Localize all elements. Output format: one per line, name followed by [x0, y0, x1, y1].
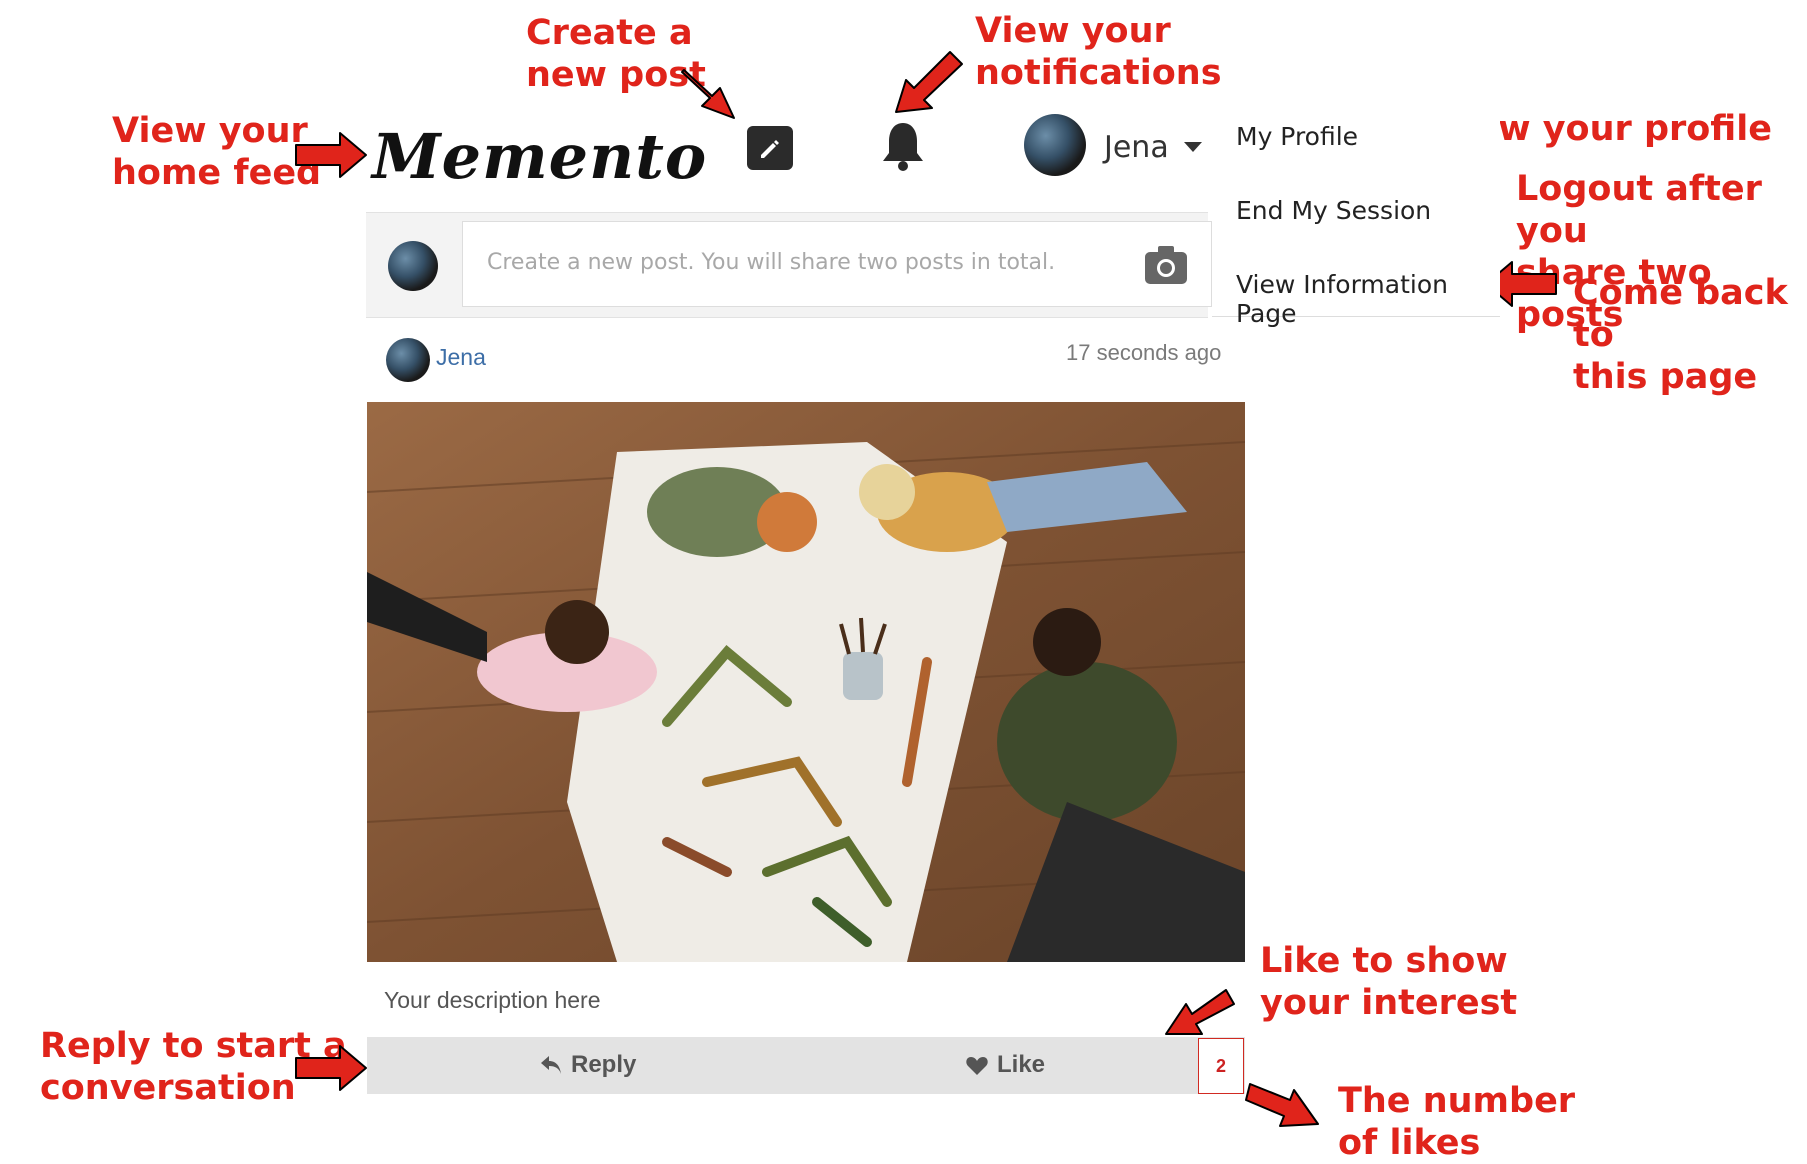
arrow-like: [1165, 989, 1235, 1035]
app-logo[interactable]: Memento: [372, 120, 707, 193]
new-post-button[interactable]: [747, 126, 793, 170]
bell-icon: [883, 123, 923, 171]
chevron-down-icon[interactable]: [1182, 140, 1204, 154]
new-post-input[interactable]: Create a new post. You will share two po…: [462, 221, 1212, 307]
arrow-new-post: [681, 69, 735, 119]
post-photo-art: [367, 402, 1245, 962]
post-description: Your description here: [384, 987, 601, 1013]
new-post-placeholder: Create a new post. You will share two po…: [487, 250, 1056, 275]
menu-item-end-session[interactable]: End My Session: [1236, 196, 1431, 225]
heart-icon: [966, 1057, 988, 1075]
notifications-button[interactable]: [878, 118, 928, 174]
user-name[interactable]: Jena: [1104, 130, 1169, 165]
post-author-avatar[interactable]: [386, 338, 430, 382]
arrow-like-count: [1245, 1083, 1319, 1127]
reply-button[interactable]: Reply: [539, 1051, 636, 1079]
menu-item-my-profile[interactable]: My Profile: [1236, 122, 1358, 151]
like-count-badge: 2: [1198, 1038, 1244, 1094]
post-author-name[interactable]: Jena: [436, 344, 486, 371]
arrow-home-feed: [295, 132, 367, 178]
arrow-notifications: [895, 51, 963, 113]
arrow-reply: [295, 1045, 367, 1091]
post-image: [367, 402, 1245, 962]
avatar[interactable]: [1024, 114, 1086, 176]
like-button[interactable]: Like: [965, 1051, 1045, 1079]
post-action-bar: Reply Like: [367, 1037, 1245, 1094]
camera-icon[interactable]: [1143, 244, 1189, 286]
reply-label: Reply: [571, 1051, 637, 1078]
post-timestamp: 17 seconds ago: [1066, 340, 1222, 365]
reply-icon: [541, 1056, 561, 1074]
like-label: Like: [997, 1051, 1046, 1078]
user-menu: My Profile End My Session View Informati…: [1212, 100, 1500, 328]
composer-avatar: [388, 241, 438, 291]
menu-item-info-page[interactable]: View Information Page: [1236, 270, 1500, 328]
post-composer: Create a new post. You will share two po…: [366, 212, 1212, 318]
pencil-icon: [761, 140, 779, 158]
